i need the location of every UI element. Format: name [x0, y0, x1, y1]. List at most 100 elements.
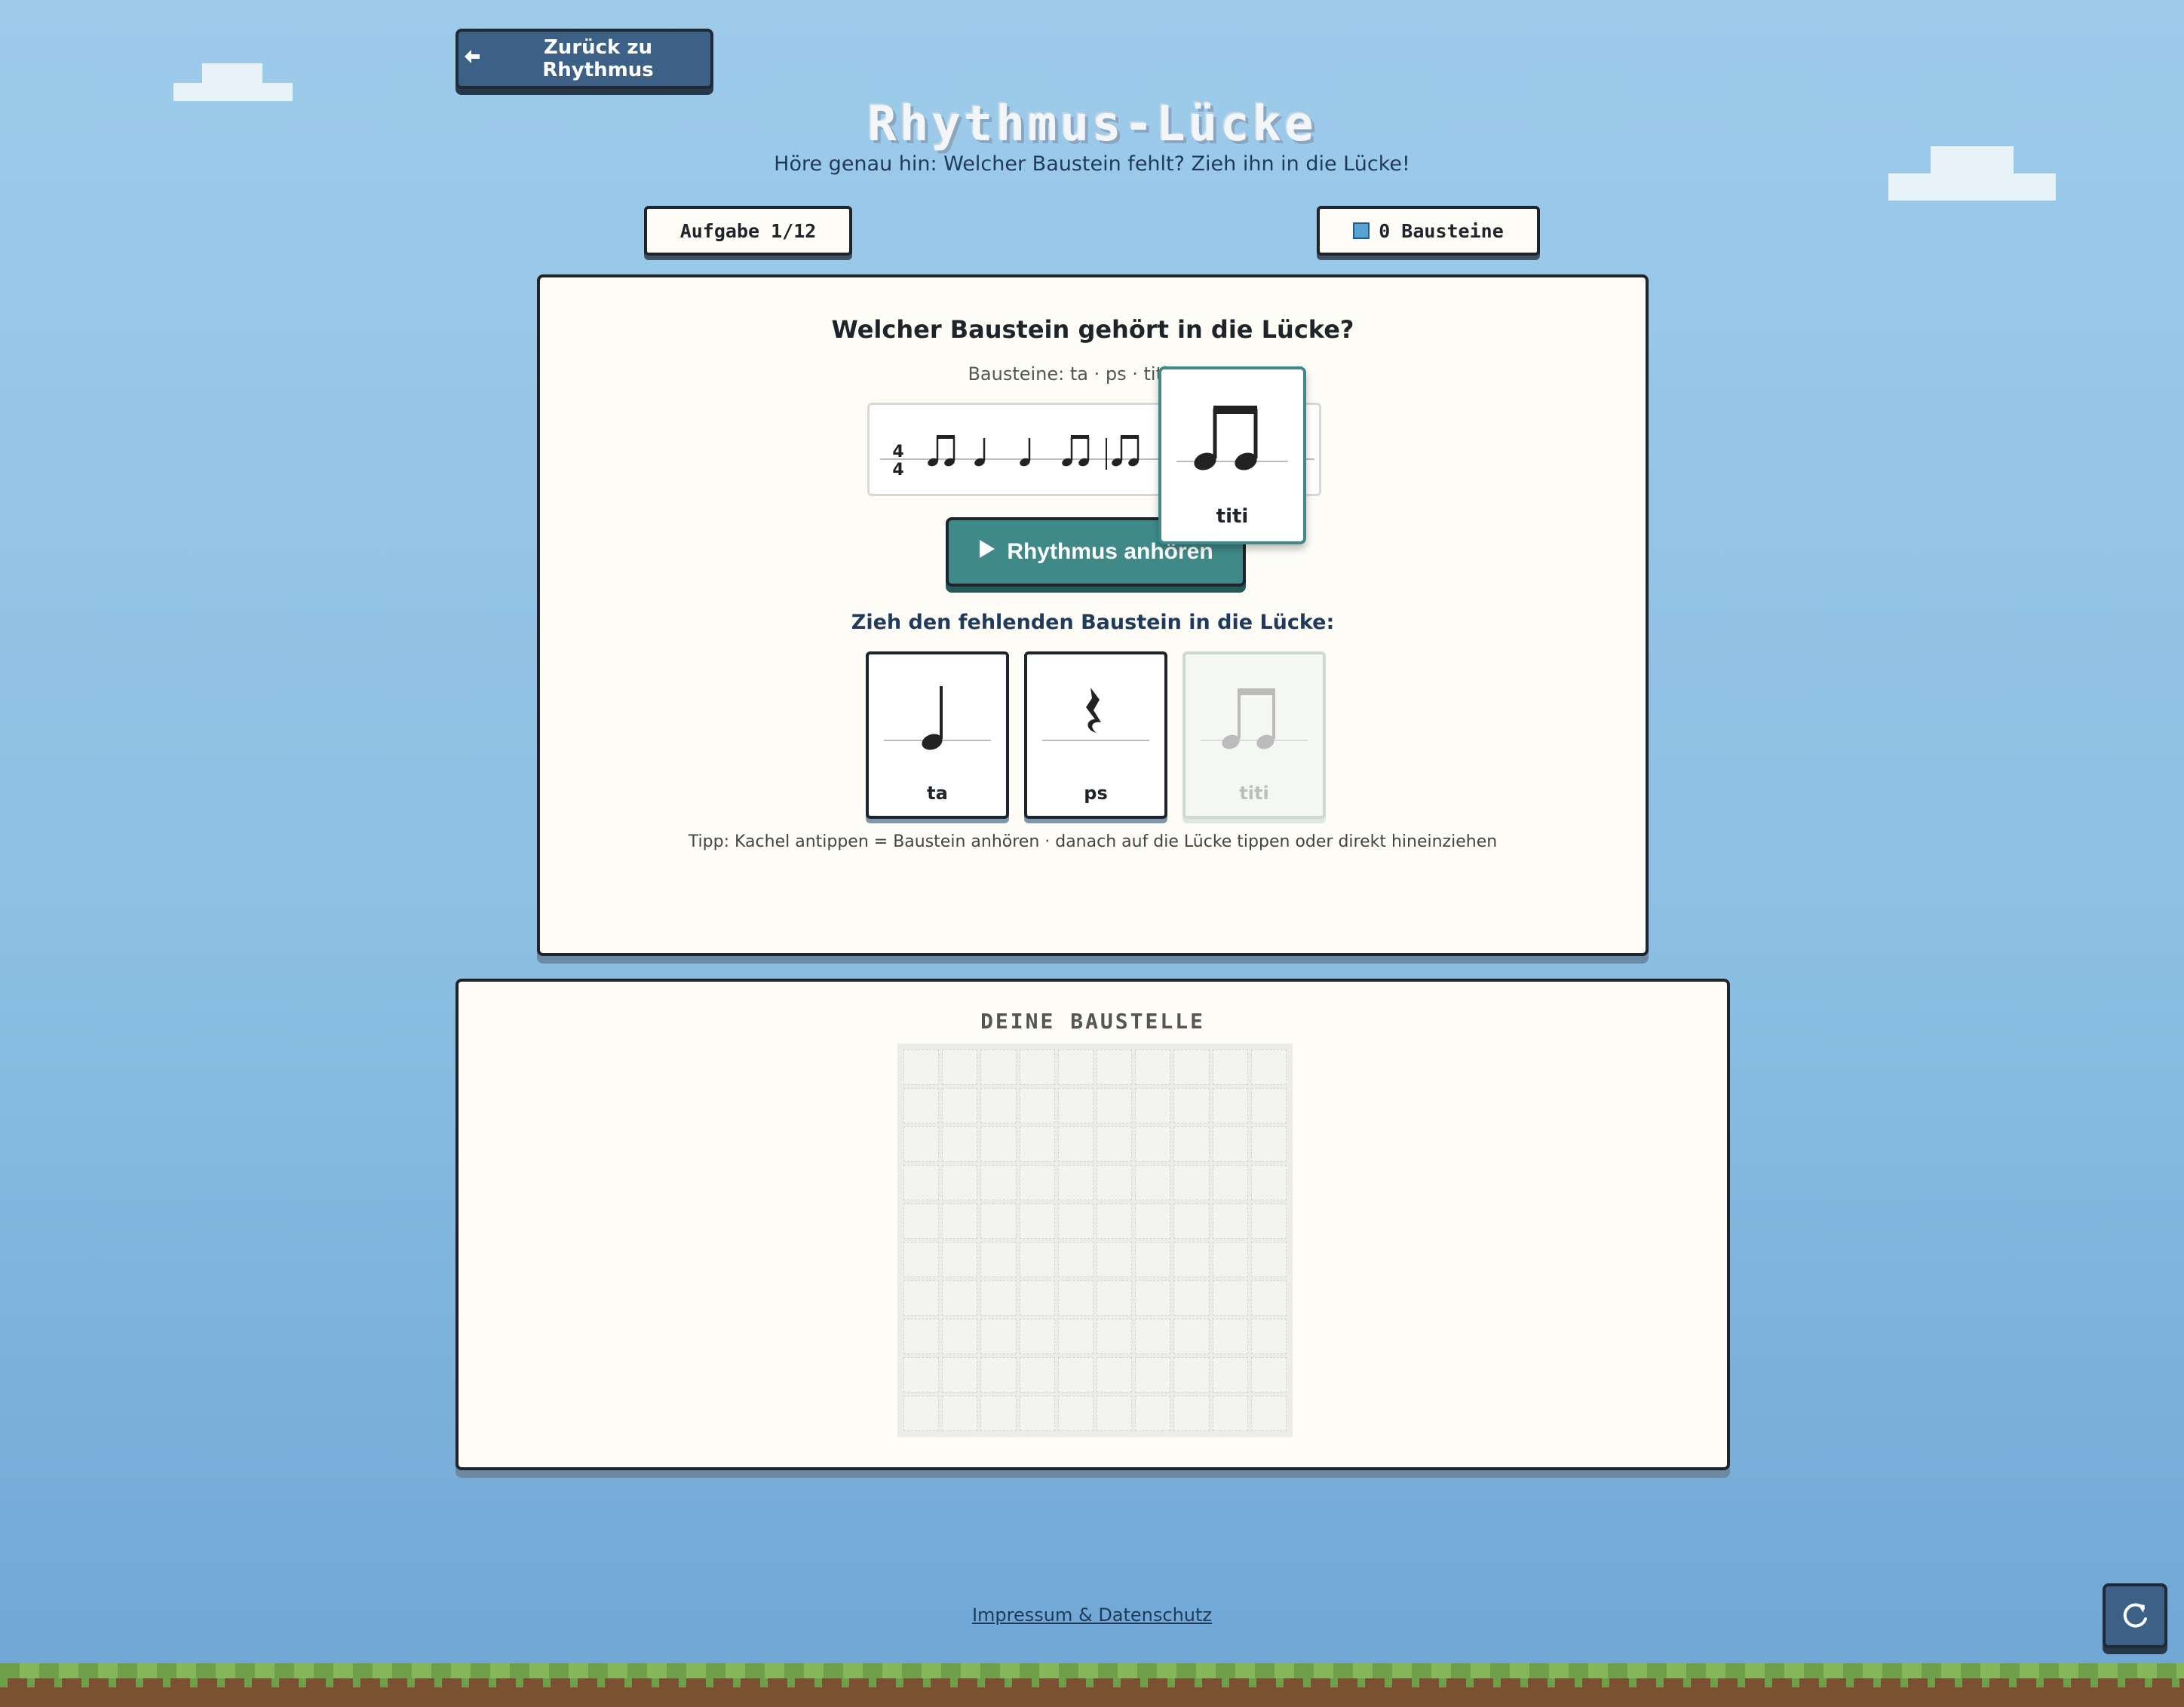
grid-cell[interactable]	[903, 1165, 940, 1200]
grid-cell[interactable]	[1212, 1126, 1248, 1162]
grid-cell[interactable]	[1097, 1319, 1133, 1354]
build-grid[interactable]	[897, 1044, 1293, 1437]
grid-cell[interactable]	[1250, 1050, 1287, 1085]
grid-cell[interactable]	[1135, 1280, 1171, 1316]
grid-cell[interactable]	[980, 1280, 1017, 1316]
grid-cell[interactable]	[980, 1165, 1017, 1200]
grid-cell[interactable]	[1212, 1357, 1248, 1393]
grid-cell[interactable]	[942, 1088, 978, 1123]
grid-cell[interactable]	[1173, 1088, 1210, 1123]
grid-cell[interactable]	[1097, 1165, 1133, 1200]
grid-cell[interactable]	[1212, 1050, 1248, 1085]
tile-ta[interactable]: ta	[866, 651, 1009, 819]
grid-cell[interactable]	[980, 1357, 1017, 1393]
back-to-rhythm-button[interactable]: Zurück zu Rhythmus	[456, 29, 713, 89]
grid-cell[interactable]	[1173, 1165, 1210, 1200]
dragging-tile-titi[interactable]: titi	[1158, 366, 1306, 544]
grid-cell[interactable]	[1019, 1050, 1055, 1085]
grid-cell[interactable]	[1212, 1319, 1248, 1354]
grid-cell[interactable]	[1135, 1203, 1171, 1239]
grid-cell[interactable]	[1057, 1088, 1094, 1123]
imprint-privacy-link[interactable]: Impressum & Datenschutz	[0, 1604, 2184, 1626]
grid-cell[interactable]	[942, 1050, 978, 1085]
grid-cell[interactable]	[1057, 1203, 1094, 1239]
grid-cell[interactable]	[903, 1126, 940, 1162]
grid-cell[interactable]	[1097, 1050, 1133, 1085]
grid-cell[interactable]	[980, 1242, 1017, 1277]
grid-cell[interactable]	[1097, 1242, 1133, 1277]
grid-cell[interactable]	[1135, 1165, 1171, 1200]
grid-cell[interactable]	[1057, 1050, 1094, 1085]
grid-cell[interactable]	[1057, 1319, 1094, 1354]
grid-cell[interactable]	[942, 1357, 978, 1393]
grid-cell[interactable]	[1135, 1396, 1171, 1431]
grid-cell[interactable]	[903, 1050, 940, 1085]
grid-cell[interactable]	[942, 1319, 978, 1354]
grid-cell[interactable]	[1057, 1357, 1094, 1393]
grid-cell[interactable]	[903, 1088, 940, 1123]
grid-cell[interactable]	[1250, 1126, 1287, 1162]
grid-cell[interactable]	[942, 1203, 978, 1239]
grid-cell[interactable]	[1173, 1203, 1210, 1239]
grid-cell[interactable]	[1097, 1357, 1133, 1393]
grid-cell[interactable]	[1212, 1088, 1248, 1123]
grid-cell[interactable]	[1019, 1165, 1055, 1200]
grid-cell[interactable]	[1173, 1126, 1210, 1162]
grid-cell[interactable]	[980, 1396, 1017, 1431]
grid-cell[interactable]	[903, 1203, 940, 1239]
grid-cell[interactable]	[1057, 1126, 1094, 1162]
reset-button[interactable]	[2103, 1583, 2167, 1648]
grid-cell[interactable]	[1019, 1242, 1055, 1277]
grid-cell[interactable]	[1097, 1088, 1133, 1123]
grid-cell[interactable]	[1250, 1203, 1287, 1239]
grid-cell[interactable]	[1097, 1203, 1133, 1239]
grid-cell[interactable]	[980, 1203, 1017, 1239]
grid-cell[interactable]	[980, 1050, 1017, 1085]
grid-cell[interactable]	[1212, 1396, 1248, 1431]
grid-cell[interactable]	[1019, 1126, 1055, 1162]
grid-cell[interactable]	[1057, 1280, 1094, 1316]
grid-cell[interactable]	[1019, 1319, 1055, 1354]
grid-cell[interactable]	[1173, 1357, 1210, 1393]
grid-cell[interactable]	[1212, 1203, 1248, 1239]
grid-cell[interactable]	[903, 1396, 940, 1431]
grid-cell[interactable]	[903, 1319, 940, 1354]
grid-cell[interactable]	[942, 1165, 978, 1200]
grid-cell[interactable]	[1173, 1050, 1210, 1085]
grid-cell[interactable]	[1135, 1319, 1171, 1354]
grid-cell[interactable]	[1212, 1242, 1248, 1277]
grid-cell[interactable]	[1250, 1165, 1287, 1200]
grid-cell[interactable]	[903, 1280, 940, 1316]
tile-titi[interactable]: titi	[1182, 651, 1326, 819]
grid-cell[interactable]	[942, 1126, 978, 1162]
grid-cell[interactable]	[1135, 1126, 1171, 1162]
grid-cell[interactable]	[1135, 1242, 1171, 1277]
grid-cell[interactable]	[1250, 1088, 1287, 1123]
grid-cell[interactable]	[1250, 1357, 1287, 1393]
grid-cell[interactable]	[1057, 1396, 1094, 1431]
grid-cell[interactable]	[980, 1319, 1017, 1354]
grid-cell[interactable]	[942, 1242, 978, 1277]
grid-cell[interactable]	[1135, 1357, 1171, 1393]
grid-cell[interactable]	[1173, 1280, 1210, 1316]
grid-cell[interactable]	[1250, 1396, 1287, 1431]
grid-cell[interactable]	[1019, 1396, 1055, 1431]
grid-cell[interactable]	[1019, 1203, 1055, 1239]
grid-cell[interactable]	[1019, 1357, 1055, 1393]
grid-cell[interactable]	[1057, 1242, 1094, 1277]
grid-cell[interactable]	[1173, 1319, 1210, 1354]
grid-cell[interactable]	[1019, 1088, 1055, 1123]
grid-cell[interactable]	[980, 1126, 1017, 1162]
grid-cell[interactable]	[942, 1280, 978, 1316]
grid-cell[interactable]	[1212, 1165, 1248, 1200]
grid-cell[interactable]	[903, 1242, 940, 1277]
grid-cell[interactable]	[1097, 1280, 1133, 1316]
grid-cell[interactable]	[1097, 1396, 1133, 1431]
grid-cell[interactable]	[1250, 1280, 1287, 1316]
grid-cell[interactable]	[1250, 1242, 1287, 1277]
grid-cell[interactable]	[980, 1088, 1017, 1123]
grid-cell[interactable]	[1135, 1050, 1171, 1085]
grid-cell[interactable]	[1135, 1088, 1171, 1123]
grid-cell[interactable]	[903, 1357, 940, 1393]
grid-cell[interactable]	[1097, 1126, 1133, 1162]
